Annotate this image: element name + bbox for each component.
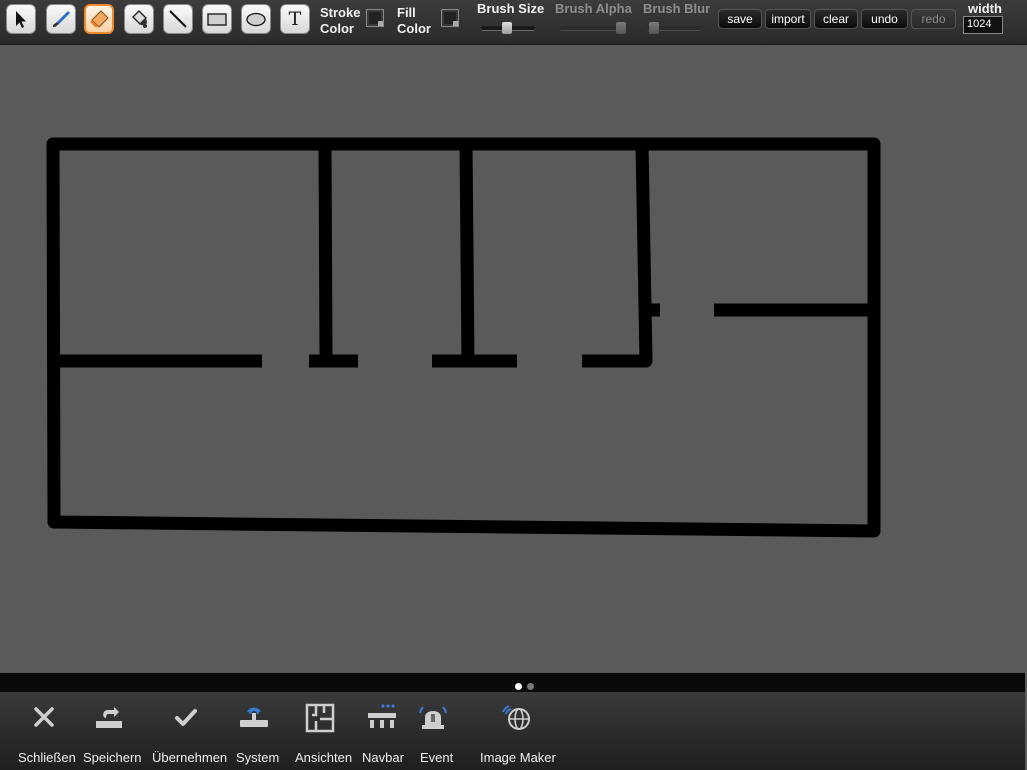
eraser-icon [90,10,109,28]
brush-blur-label: Brush Blur [643,1,711,16]
width-input[interactable]: 1024 [963,16,1003,34]
brush-alpha-slider[interactable] [560,22,626,34]
drawing-app: T Stroke Color Fill Color Brush Size Bru… [0,0,1027,770]
text-icon: T [288,8,302,30]
import-button[interactable]: import [765,9,811,29]
room-divider-wall [635,137,653,368]
views-button[interactable] [300,702,340,734]
bottom-navigation-bar: Schließen Speichern Übernehmen System An… [0,692,1025,770]
system-icon [240,707,268,727]
brush-size-knob[interactable] [502,22,512,34]
globe-icon [502,705,530,730]
line-tool-button[interactable] [163,4,193,34]
width-label: width [968,1,1002,16]
page-indicator-bar [0,673,1025,693]
floor-plan-drawing [46,137,881,538]
stroke-color-swatch[interactable] [366,9,384,27]
page-dot[interactable] [527,683,534,690]
rectangle-icon [207,13,227,26]
brush-size-label: Brush Size [477,1,545,16]
brush-blur-knob[interactable] [649,22,659,34]
system-label[interactable]: System [236,750,279,765]
paint-bucket-icon [132,10,147,28]
save-label[interactable]: Speichern [83,750,142,765]
room-divider-wall [459,137,475,368]
save-icon [96,707,122,728]
apply-label[interactable]: Übernehmen [152,750,227,765]
navbar-label[interactable]: Navbar [362,750,404,765]
event-button[interactable] [413,702,453,734]
select-tool-button[interactable] [6,4,36,34]
brush-icon [53,11,70,27]
ellipse-icon [246,12,266,27]
arrow-cursor-icon [16,11,26,28]
close-button[interactable] [24,702,64,734]
clear-button[interactable]: clear [814,9,858,29]
checkmark-icon [175,709,197,726]
fill-color-label: Fill Color [397,5,431,36]
image-maker-button[interactable] [497,702,537,734]
undo-button[interactable]: undo [861,9,908,29]
save-config-button[interactable] [89,702,129,734]
save-button[interactable]: save [718,9,762,29]
line-icon [169,10,187,28]
floorplan-icon [305,703,335,733]
navbar-button[interactable] [362,702,402,734]
close-label[interactable]: Schließen [18,750,76,765]
event-label[interactable]: Event [420,750,453,765]
apply-button[interactable] [166,702,206,734]
toolbar: T Stroke Color Fill Color Brush Size Bru… [0,0,1027,45]
brush-alpha-knob[interactable] [616,22,626,34]
drawing-canvas[interactable] [0,45,1027,673]
rectangle-tool-button[interactable] [202,4,232,34]
close-icon [34,707,54,727]
brush-blur-slider[interactable] [647,22,701,34]
brush-alpha-label: Brush Alpha [555,1,632,16]
text-tool-button[interactable]: T [280,4,310,34]
brush-tool-button[interactable] [46,4,76,34]
eraser-tool-button[interactable] [84,4,114,34]
fill-color-swatch[interactable] [441,9,459,27]
fill-tool-button[interactable] [124,4,154,34]
image-maker-label[interactable]: Image Maker [480,750,556,765]
brush-size-slider[interactable] [481,22,535,34]
redo-button[interactable]: redo [911,9,956,29]
room-divider-wall [318,137,333,368]
ellipse-tool-button[interactable] [241,4,271,34]
siren-icon [419,706,447,729]
page-dot-active[interactable] [515,683,522,690]
navbar-icon [368,704,396,728]
stroke-color-label: Stroke Color [320,5,361,36]
views-label[interactable]: Ansichten [295,750,352,765]
system-button[interactable] [234,702,274,734]
